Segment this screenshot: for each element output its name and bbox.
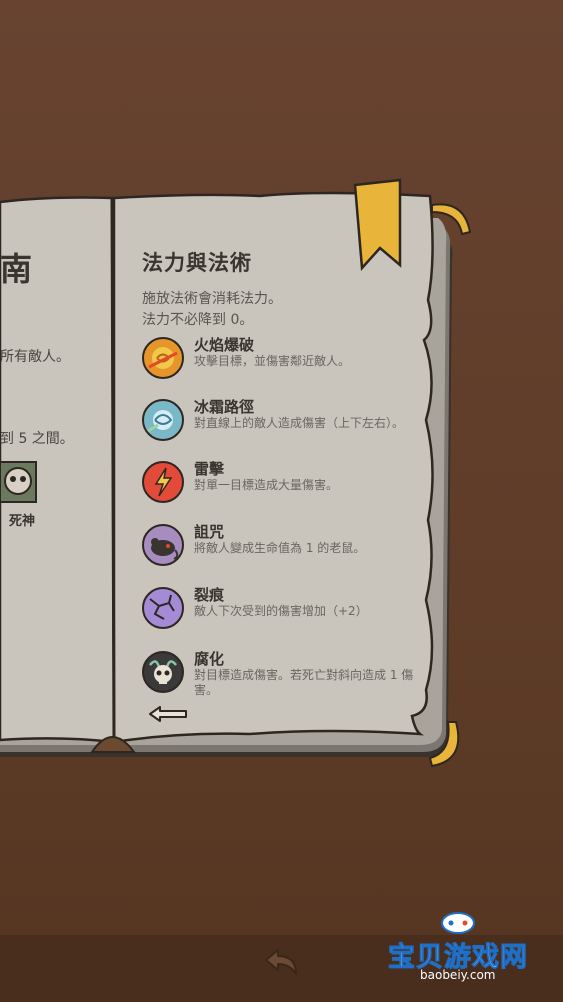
spell-name: 詛咒 <box>194 523 225 541</box>
watermark-url: baobeiy.com <box>420 968 496 982</box>
spell-desc: 對單一目標造成大量傷害。 <box>194 478 339 492</box>
spell-desc: 攻擊目標，並傷害鄰近敵人。 <box>194 354 351 368</box>
watermark-logo: 宝贝游戏网 baobeiy.com <box>388 905 538 985</box>
spell-desc: 敵人下次受到的傷害增加（+2） <box>194 604 368 618</box>
spell-name: 雷擊 <box>194 460 225 478</box>
left-page-line: 所有敵人。 <box>0 349 70 365</box>
intro-line: 施放法術會消耗法力。 <box>142 291 282 307</box>
corruption-skull-icon <box>142 651 184 693</box>
left-page-title: 南 <box>0 250 33 288</box>
spell-entry[interactable]: 腐化 對目標造成傷害。若死亡對斜向造成 1 傷害。 <box>142 650 414 703</box>
frost-path-icon <box>142 399 184 441</box>
spell-name: 火焰爆破 <box>194 336 255 354</box>
spell-name: 腐化 <box>194 650 225 668</box>
spell-desc: 對目標造成傷害。若死亡對斜向造成 1 傷害。 <box>194 668 414 697</box>
lightning-icon <box>142 461 184 503</box>
intro-line: 法力不必降到 0。 <box>142 312 254 328</box>
spell-name: 冰霜路徑 <box>194 398 255 416</box>
rat-curse-icon <box>142 524 184 566</box>
spell-entry[interactable]: 詛咒 將敵人變成生命值為 1 的老鼠。 <box>142 523 412 576</box>
monster-label: 死神 <box>9 514 36 529</box>
spell-entry[interactable]: 冰霜路徑 對直線上的敵人造成傷害（上下左右）。 <box>142 398 412 451</box>
undo-back-icon[interactable] <box>262 946 302 980</box>
crack-icon <box>142 587 184 629</box>
spell-entry[interactable]: 雷擊 對單一目標造成大量傷害。 <box>142 460 412 513</box>
spell-name: 裂痕 <box>194 586 225 604</box>
fire-blast-icon <box>142 337 184 379</box>
page-title: 法力與法術 <box>142 251 252 275</box>
spell-entry[interactable]: 火焰爆破 攻擊目標，並傷害鄰近敵人。 <box>142 336 412 389</box>
spell-desc: 對直線上的敵人造成傷害（上下左右）。 <box>194 416 405 430</box>
page-back-arrow-icon[interactable] <box>148 704 188 724</box>
gamepad-icon <box>441 912 475 934</box>
spell-desc: 將敵人變成生命值為 1 的老鼠。 <box>194 541 366 555</box>
spell-entry[interactable]: 裂痕 敵人下次受到的傷害增加（+2） <box>142 586 412 639</box>
left-page-line: 到 5 之間。 <box>0 431 74 447</box>
